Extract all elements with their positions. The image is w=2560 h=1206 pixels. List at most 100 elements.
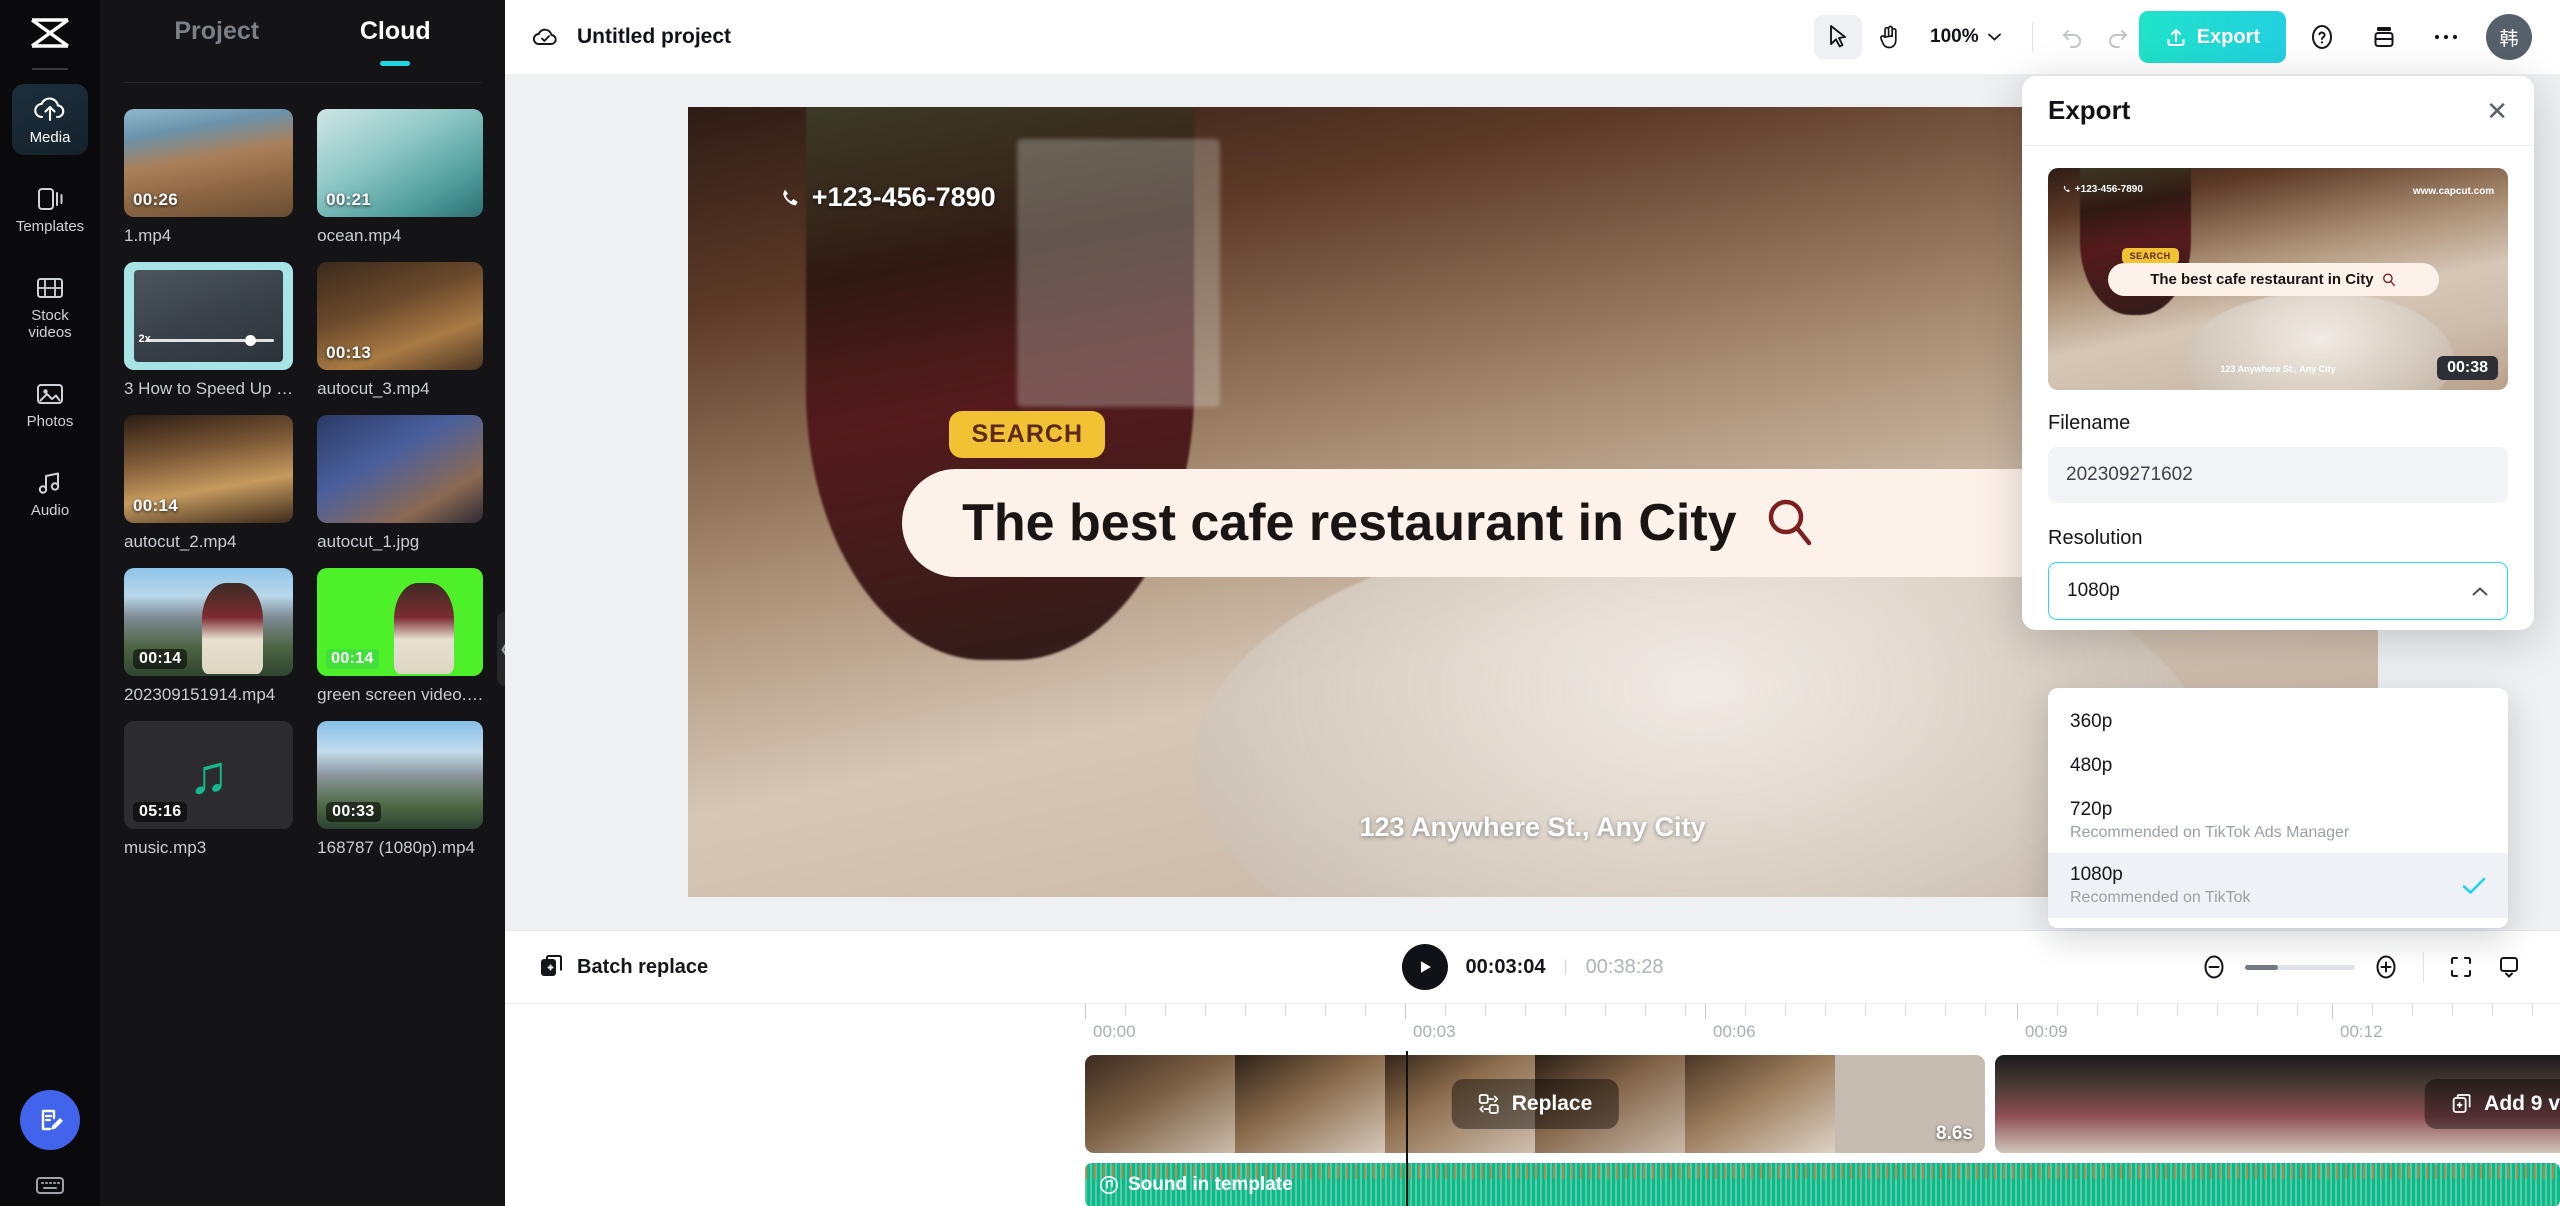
media-thumbnail[interactable]: 00:14 bbox=[124, 568, 294, 676]
batch-replace-icon bbox=[539, 954, 565, 980]
media-thumbnail[interactable]: ♫ 05:16 bbox=[124, 721, 294, 829]
resolution-option[interactable]: 480p bbox=[2048, 744, 2508, 788]
option-label: 720p bbox=[2070, 799, 2113, 820]
audio-note-icon bbox=[1099, 1175, 1119, 1195]
play-button[interactable] bbox=[1401, 944, 1448, 990]
media-thumbnail[interactable]: 00:33 bbox=[317, 721, 484, 829]
media-thumbnail[interactable]: 00:13 bbox=[317, 262, 484, 370]
capcut-logo-icon[interactable] bbox=[24, 12, 76, 60]
hand-tool-button[interactable] bbox=[1866, 15, 1914, 59]
media-item[interactable]: 00:14 202309151914.mp4 bbox=[124, 568, 294, 705]
check-icon bbox=[2462, 877, 2486, 895]
water-glass-decor bbox=[1017, 138, 1220, 408]
media-thumbnail[interactable]: 00:21 bbox=[317, 109, 484, 217]
batch-replace-button[interactable]: Batch replace bbox=[539, 954, 708, 980]
zoom-out-button[interactable] bbox=[2197, 950, 2231, 984]
layout-button[interactable] bbox=[2358, 13, 2410, 61]
more-horizontal-icon bbox=[2432, 32, 2460, 42]
media-item[interactable]: 00:14 green screen video.… bbox=[317, 568, 484, 705]
media-grid: 00:26 1.mp4 00:21 ocean.mp4 2x 3 How to … bbox=[100, 83, 505, 858]
ruler-label: 00:06 bbox=[1713, 1022, 1756, 1041]
batch-replace-label: Batch replace bbox=[577, 955, 709, 978]
media-thumbnail[interactable]: 2x bbox=[124, 262, 294, 370]
panel-collapse-handle[interactable]: ❮ bbox=[497, 612, 505, 686]
select-tool-button[interactable] bbox=[1814, 15, 1863, 59]
preview-search-badge: SEARCH bbox=[2121, 247, 2179, 264]
preview-headline: The best cafe restaurant in City bbox=[2150, 271, 2374, 289]
sidebar-item-stock-videos[interactable]: Stock videos bbox=[12, 264, 88, 350]
resolution-option-selected[interactable]: 1080p Recommended on TikTok bbox=[2048, 853, 2508, 918]
edit-document-button[interactable] bbox=[20, 1090, 80, 1150]
option-sublabel: Recommended on TikTok bbox=[2070, 889, 2251, 906]
cloud-check-icon[interactable] bbox=[529, 20, 563, 54]
zoom-in-button[interactable] bbox=[2369, 950, 2403, 984]
add-videos-overlay-button[interactable]: Add 9 videos bbox=[2424, 1079, 2560, 1129]
sidebar-label: Media bbox=[29, 129, 71, 146]
redo-icon bbox=[2105, 25, 2129, 49]
fit-screen-button[interactable] bbox=[2444, 950, 2478, 984]
media-item[interactable]: 00:14 autocut_2.mp4 bbox=[124, 415, 294, 552]
preview-website-text: www.capcut.com bbox=[2412, 185, 2495, 197]
filename-input[interactable] bbox=[2048, 447, 2508, 503]
more-options-button[interactable] bbox=[2420, 13, 2472, 61]
timeline-ruler[interactable]: 00:00 00:03 00:06 00:09 00:12 00:15 00:1… bbox=[505, 1003, 2560, 1051]
media-item[interactable]: 00:26 1.mp4 bbox=[124, 109, 294, 246]
zoom-slider[interactable] bbox=[2245, 964, 2355, 970]
media-thumbnail[interactable]: 00:26 bbox=[124, 109, 294, 217]
media-thumbnail[interactable]: 00:14 bbox=[124, 415, 294, 523]
zoom-in-icon bbox=[2372, 953, 2400, 981]
rail-bottom-actions bbox=[0, 1090, 100, 1198]
media-duration: 00:26 bbox=[133, 190, 178, 209]
chevron-down-icon bbox=[1987, 32, 2002, 42]
close-icon[interactable]: ✕ bbox=[2486, 98, 2508, 124]
ruler-label: 00:03 bbox=[1413, 1022, 1456, 1041]
export-panel: Export ✕ +123-456-7890 www.capcut.com SE… bbox=[2022, 76, 2534, 928]
audio-track-label-wrap: Sound in template bbox=[1099, 1174, 1293, 1196]
media-filename: 168787 (1080p).mp4 bbox=[317, 838, 475, 857]
split-view-button[interactable] bbox=[2492, 950, 2526, 984]
tab-project[interactable]: Project bbox=[174, 17, 259, 50]
export-button[interactable]: Export bbox=[2138, 11, 2286, 63]
media-filename: autocut_1.jpg bbox=[317, 532, 420, 551]
media-item[interactable]: 00:33 168787 (1080p).mp4 bbox=[317, 721, 484, 858]
tab-cloud[interactable]: Cloud bbox=[360, 17, 431, 50]
upload-icon bbox=[2165, 26, 2187, 48]
sidebar-item-audio[interactable]: Audio bbox=[12, 459, 88, 528]
media-item[interactable]: 00:13 autocut_3.mp4 bbox=[317, 262, 484, 399]
zoom-level-selector[interactable]: 100% bbox=[1930, 26, 2002, 48]
sidebar-item-templates[interactable]: Templates bbox=[12, 175, 88, 244]
timeline: Batch replace 00:03:04 | 00:38:28 00:00 … bbox=[505, 930, 2560, 1206]
preview-phone-text: +123-456-7890 bbox=[2062, 184, 2143, 195]
export-preview: +123-456-7890 www.capcut.com SEARCH The … bbox=[2048, 168, 2508, 390]
resolution-option[interactable]: 360p bbox=[2048, 700, 2508, 744]
page-title[interactable]: Untitled project bbox=[577, 25, 731, 49]
avatar[interactable]: 韩 bbox=[2486, 14, 2532, 60]
audio-track[interactable]: Sound in template bbox=[1085, 1163, 2560, 1206]
sidebar-item-photos[interactable]: Photos bbox=[12, 370, 88, 439]
media-item[interactable]: 00:21 ocean.mp4 bbox=[317, 109, 484, 246]
media-item[interactable]: autocut_1.jpg bbox=[317, 415, 484, 552]
sidebar-item-media[interactable]: Media bbox=[12, 84, 88, 155]
media-item[interactable]: ♫ 05:16 music.mp3 bbox=[124, 721, 294, 858]
media-item-selected[interactable]: 2x 3 How to Speed Up … bbox=[124, 262, 294, 399]
playhead[interactable] bbox=[1406, 1051, 1408, 1206]
resolution-select[interactable]: 1080p bbox=[2048, 562, 2508, 620]
media-duration: 00:13 bbox=[326, 343, 372, 362]
video-clip-placeholder[interactable]: Add 9 videos bbox=[1995, 1055, 2560, 1153]
rail-divider bbox=[32, 68, 68, 70]
resolution-option[interactable]: 720p Recommended on TikTok Ads Manager bbox=[2048, 788, 2508, 853]
sidebar-label: Templates bbox=[15, 218, 85, 235]
redo-button[interactable] bbox=[2095, 15, 2139, 59]
total-time: 00:38:28 bbox=[1585, 955, 1664, 978]
phone-icon bbox=[779, 186, 803, 210]
undo-button[interactable] bbox=[2051, 15, 2095, 59]
search-bar-overlay[interactable]: The best cafe restaurant in City bbox=[902, 468, 2136, 577]
speed-slider[interactable] bbox=[145, 334, 275, 346]
keyboard-shortcuts-button[interactable] bbox=[33, 1172, 67, 1198]
media-thumbnail[interactable]: 00:14 bbox=[317, 568, 484, 676]
media-thumbnail[interactable] bbox=[317, 415, 484, 523]
media-tabs: Project Cloud bbox=[100, 0, 505, 66]
replace-overlay-button[interactable]: Replace bbox=[1451, 1079, 1619, 1129]
video-clip[interactable]: Replace 8.6s bbox=[1085, 1055, 1985, 1153]
help-button[interactable] bbox=[2296, 13, 2348, 61]
